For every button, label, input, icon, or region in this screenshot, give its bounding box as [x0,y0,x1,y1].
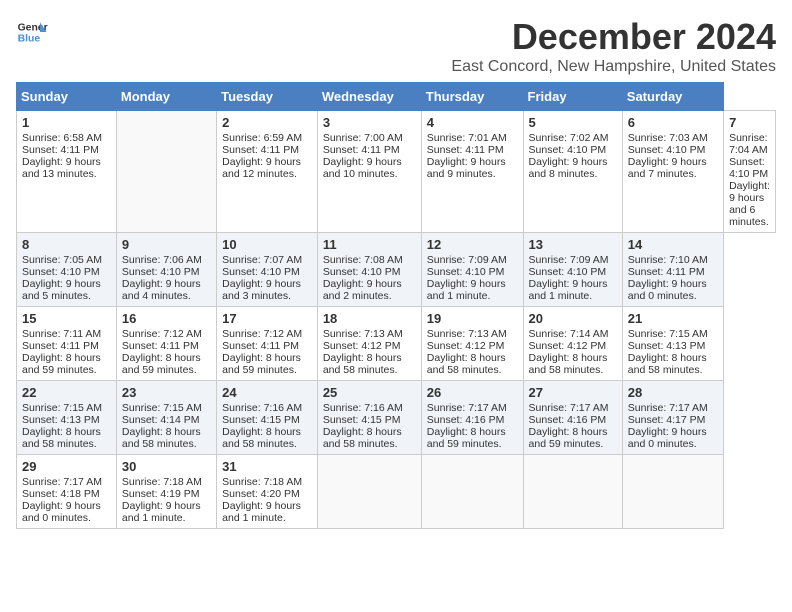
table-row: 25Sunrise: 7:16 AMSunset: 4:15 PMDayligh… [317,381,421,455]
table-row: 2Sunrise: 6:59 AMSunset: 4:11 PMDaylight… [217,111,318,233]
table-row: 23Sunrise: 7:15 AMSunset: 4:14 PMDayligh… [116,381,216,455]
table-row: 26Sunrise: 7:17 AMSunset: 4:16 PMDayligh… [421,381,523,455]
day-number: 19 [427,311,518,326]
day-number: 9 [122,237,211,252]
table-row: 22Sunrise: 7:15 AMSunset: 4:13 PMDayligh… [17,381,117,455]
day-number: 23 [122,385,211,400]
day-number: 27 [529,385,617,400]
table-row: 10Sunrise: 7:07 AMSunset: 4:10 PMDayligh… [217,233,318,307]
day-number: 11 [323,237,416,252]
header-thursday: Thursday [421,83,523,111]
week-row-2: 15Sunrise: 7:11 AMSunset: 4:11 PMDayligh… [17,307,776,381]
table-row: 19Sunrise: 7:13 AMSunset: 4:12 PMDayligh… [421,307,523,381]
month-title: December 2024 [451,16,776,58]
table-row [622,455,723,529]
table-row: 14Sunrise: 7:10 AMSunset: 4:11 PMDayligh… [622,233,723,307]
table-row: 18Sunrise: 7:13 AMSunset: 4:12 PMDayligh… [317,307,421,381]
table-row: 6Sunrise: 7:03 AMSunset: 4:10 PMDaylight… [622,111,723,233]
table-row: 30Sunrise: 7:18 AMSunset: 4:19 PMDayligh… [116,455,216,529]
day-number: 24 [222,385,312,400]
header-friday: Friday [523,83,622,111]
day-number: 15 [22,311,111,326]
table-row: 29Sunrise: 7:17 AMSunset: 4:18 PMDayligh… [17,455,117,529]
table-row: 20Sunrise: 7:14 AMSunset: 4:12 PMDayligh… [523,307,622,381]
table-row: 17Sunrise: 7:12 AMSunset: 4:11 PMDayligh… [217,307,318,381]
day-number: 12 [427,237,518,252]
day-number: 7 [729,115,770,130]
table-row: 31Sunrise: 7:18 AMSunset: 4:20 PMDayligh… [217,455,318,529]
header-tuesday: Tuesday [217,83,318,111]
table-row: 12Sunrise: 7:09 AMSunset: 4:10 PMDayligh… [421,233,523,307]
day-number: 4 [427,115,518,130]
table-row: 11Sunrise: 7:08 AMSunset: 4:10 PMDayligh… [317,233,421,307]
day-number: 28 [628,385,718,400]
table-row [116,111,216,233]
day-number: 8 [22,237,111,252]
table-row: 21Sunrise: 7:15 AMSunset: 4:13 PMDayligh… [622,307,723,381]
day-number: 13 [529,237,617,252]
header-monday: Monday [116,83,216,111]
table-row [421,455,523,529]
week-row-3: 22Sunrise: 7:15 AMSunset: 4:13 PMDayligh… [17,381,776,455]
table-row: 1Sunrise: 6:58 AMSunset: 4:11 PMDaylight… [17,111,117,233]
day-number: 14 [628,237,718,252]
day-number: 17 [222,311,312,326]
table-row: 5Sunrise: 7:02 AMSunset: 4:10 PMDaylight… [523,111,622,233]
day-number: 22 [22,385,111,400]
logo: General Blue [16,16,48,48]
title-area: December 2024 East Concord, New Hampshir… [451,16,776,76]
table-row: 16Sunrise: 7:12 AMSunset: 4:11 PMDayligh… [116,307,216,381]
week-row-0: 1Sunrise: 6:58 AMSunset: 4:11 PMDaylight… [17,111,776,233]
day-number: 6 [628,115,718,130]
week-row-1: 8Sunrise: 7:05 AMSunset: 4:10 PMDaylight… [17,233,776,307]
day-number: 21 [628,311,718,326]
header-row: Sunday Monday Tuesday Wednesday Thursday… [17,83,776,111]
table-row: 4Sunrise: 7:01 AMSunset: 4:11 PMDaylight… [421,111,523,233]
header-saturday: Saturday [622,83,723,111]
day-number: 25 [323,385,416,400]
day-number: 20 [529,311,617,326]
day-number: 10 [222,237,312,252]
day-number: 30 [122,459,211,474]
day-number: 29 [22,459,111,474]
day-number: 18 [323,311,416,326]
week-row-4: 29Sunrise: 7:17 AMSunset: 4:18 PMDayligh… [17,455,776,529]
table-row: 7Sunrise: 7:04 AMSunset: 4:10 PMDaylight… [724,111,776,233]
table-row [523,455,622,529]
day-number: 3 [323,115,416,130]
calendar-table: Sunday Monday Tuesday Wednesday Thursday… [16,82,776,529]
table-row: 9Sunrise: 7:06 AMSunset: 4:10 PMDaylight… [116,233,216,307]
table-row: 8Sunrise: 7:05 AMSunset: 4:10 PMDaylight… [17,233,117,307]
table-row: 28Sunrise: 7:17 AMSunset: 4:17 PMDayligh… [622,381,723,455]
table-row [317,455,421,529]
day-number: 5 [529,115,617,130]
day-number: 2 [222,115,312,130]
table-row: 13Sunrise: 7:09 AMSunset: 4:10 PMDayligh… [523,233,622,307]
day-number: 26 [427,385,518,400]
svg-text:Blue: Blue [18,34,41,45]
day-number: 31 [222,459,312,474]
logo-icon: General Blue [16,16,48,48]
table-row: 3Sunrise: 7:00 AMSunset: 4:11 PMDaylight… [317,111,421,233]
table-row: 15Sunrise: 7:11 AMSunset: 4:11 PMDayligh… [17,307,117,381]
day-number: 1 [22,115,111,130]
table-row: 24Sunrise: 7:16 AMSunset: 4:15 PMDayligh… [217,381,318,455]
table-row: 27Sunrise: 7:17 AMSunset: 4:16 PMDayligh… [523,381,622,455]
day-number: 16 [122,311,211,326]
header-sunday: Sunday [17,83,117,111]
location-subtitle: East Concord, New Hampshire, United Stat… [451,58,776,76]
header-wednesday: Wednesday [317,83,421,111]
